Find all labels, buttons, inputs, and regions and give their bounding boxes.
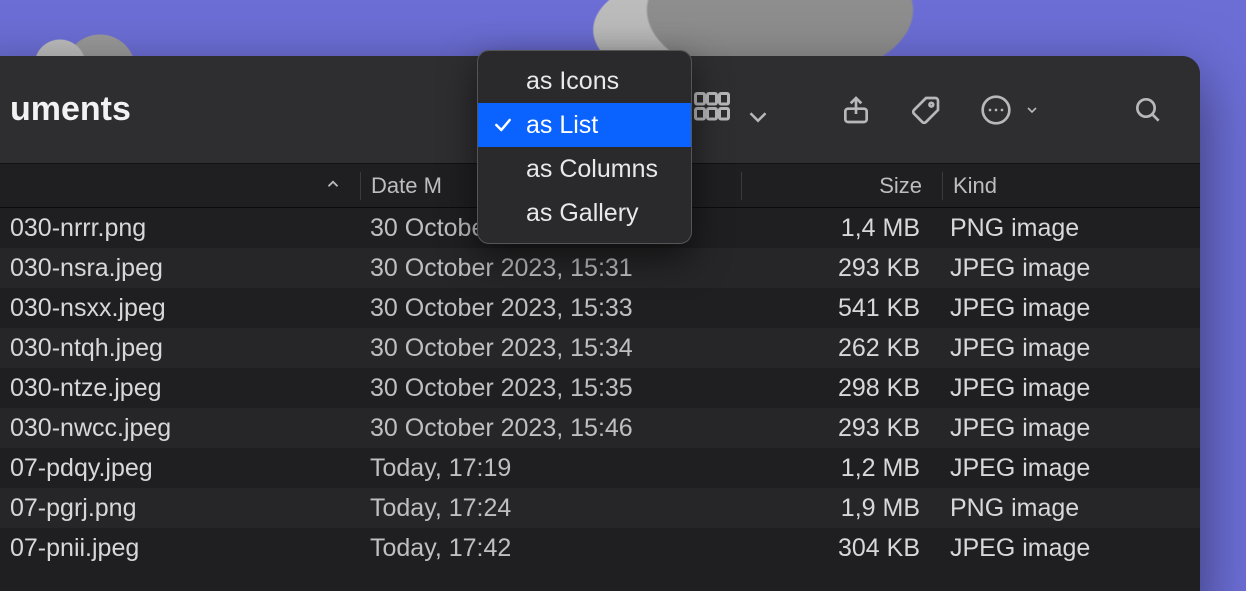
file-size: 1,2 MB — [740, 454, 940, 483]
file-name: 030-nrrr.png — [0, 214, 360, 243]
file-row[interactable]: 07-pnii.jpegToday, 17:42304 KBJPEG image — [0, 528, 1200, 568]
file-row[interactable]: 07-pdqy.jpegToday, 17:191,2 MBJPEG image — [0, 448, 1200, 488]
file-size: 541 KB — [740, 294, 940, 323]
sort-ascending-icon — [324, 173, 342, 199]
file-size: 1,9 MB — [740, 494, 940, 523]
file-name: 07-pdqy.jpeg — [0, 454, 360, 483]
file-date: 30 October 2023, 15:33 — [360, 294, 740, 323]
file-kind: JPEG image — [940, 414, 1200, 443]
file-name: 030-ntze.jpeg — [0, 374, 360, 403]
file-size: 298 KB — [740, 374, 940, 403]
view-menu-item-label: as Icons — [526, 67, 619, 96]
file-size: 262 KB — [740, 334, 940, 363]
file-list: 030-nrrr.png30 October 2023, 15:291,4 MB… — [0, 208, 1200, 568]
file-date: 30 October 2023, 15:34 — [360, 334, 740, 363]
file-name: 07-pgrj.png — [0, 494, 360, 523]
file-name: 030-nsra.jpeg — [0, 254, 360, 283]
view-menu-item[interactable]: as Columns — [478, 147, 691, 191]
group-by-button[interactable] — [694, 92, 756, 127]
file-name: 030-ntqh.jpeg — [0, 334, 360, 363]
view-menu-item-label: as Columns — [526, 155, 658, 184]
share-button[interactable] — [834, 88, 878, 132]
file-size: 293 KB — [740, 254, 940, 283]
file-row[interactable]: 030-nsra.jpeg30 October 2023, 15:31293 K… — [0, 248, 1200, 288]
file-size: 293 KB — [740, 414, 940, 443]
column-header-name[interactable] — [0, 173, 360, 199]
file-name: 030-nwcc.jpeg — [0, 414, 360, 443]
column-header-kind[interactable]: Kind — [943, 173, 1200, 199]
more-actions-button[interactable] — [974, 88, 1040, 132]
file-date: 30 October 2023, 15:35 — [360, 374, 740, 403]
column-header-size-label: Size — [879, 173, 922, 198]
file-size: 304 KB — [740, 534, 940, 563]
file-kind: JPEG image — [940, 254, 1200, 283]
file-kind: JPEG image — [940, 334, 1200, 363]
tags-button[interactable] — [904, 88, 948, 132]
file-kind: JPEG image — [940, 374, 1200, 403]
column-header-kind-label: Kind — [953, 173, 997, 198]
file-date: Today, 17:24 — [360, 494, 740, 523]
file-name: 030-nsxx.jpeg — [0, 294, 360, 323]
view-menu-item[interactable]: as Gallery — [478, 191, 691, 235]
file-row[interactable]: 07-pgrj.pngToday, 17:241,9 MBPNG image — [0, 488, 1200, 528]
chevron-down-icon — [740, 102, 756, 118]
file-row[interactable]: 030-ntqh.jpeg30 October 2023, 15:34262 K… — [0, 328, 1200, 368]
file-kind: PNG image — [940, 494, 1200, 523]
view-menu-item[interactable]: as List — [478, 103, 691, 147]
column-header-date-label: Date M — [371, 173, 442, 198]
view-menu-item-label: as Gallery — [526, 199, 639, 228]
view-menu-item[interactable]: as Icons — [478, 59, 691, 103]
file-name: 07-pnii.jpeg — [0, 534, 360, 563]
window-title: uments — [10, 90, 131, 129]
file-size: 1,4 MB — [740, 214, 940, 243]
file-row[interactable]: 030-nwcc.jpeg30 October 2023, 15:46293 K… — [0, 408, 1200, 448]
file-date: 30 October 2023, 15:46 — [360, 414, 740, 443]
file-date: Today, 17:42 — [360, 534, 740, 563]
search-button[interactable] — [1126, 88, 1170, 132]
chevron-down-icon — [1024, 102, 1040, 118]
checkmark-icon — [492, 115, 514, 135]
file-date: 30 October 2023, 15:31 — [360, 254, 740, 283]
column-header-size[interactable]: Size — [742, 173, 942, 199]
view-as-menu: as Icons as List as Columns as Gallery — [477, 50, 692, 244]
ellipsis-circle-icon — [974, 88, 1018, 132]
file-kind: JPEG image — [940, 454, 1200, 483]
file-row[interactable]: 030-nsxx.jpeg30 October 2023, 15:33541 K… — [0, 288, 1200, 328]
file-kind: PNG image — [940, 214, 1200, 243]
file-row[interactable]: 030-ntze.jpeg30 October 2023, 15:35298 K… — [0, 368, 1200, 408]
grid-icon — [694, 92, 730, 127]
file-date: Today, 17:19 — [360, 454, 740, 483]
view-menu-item-label: as List — [526, 111, 598, 140]
file-kind: JPEG image — [940, 294, 1200, 323]
file-kind: JPEG image — [940, 534, 1200, 563]
